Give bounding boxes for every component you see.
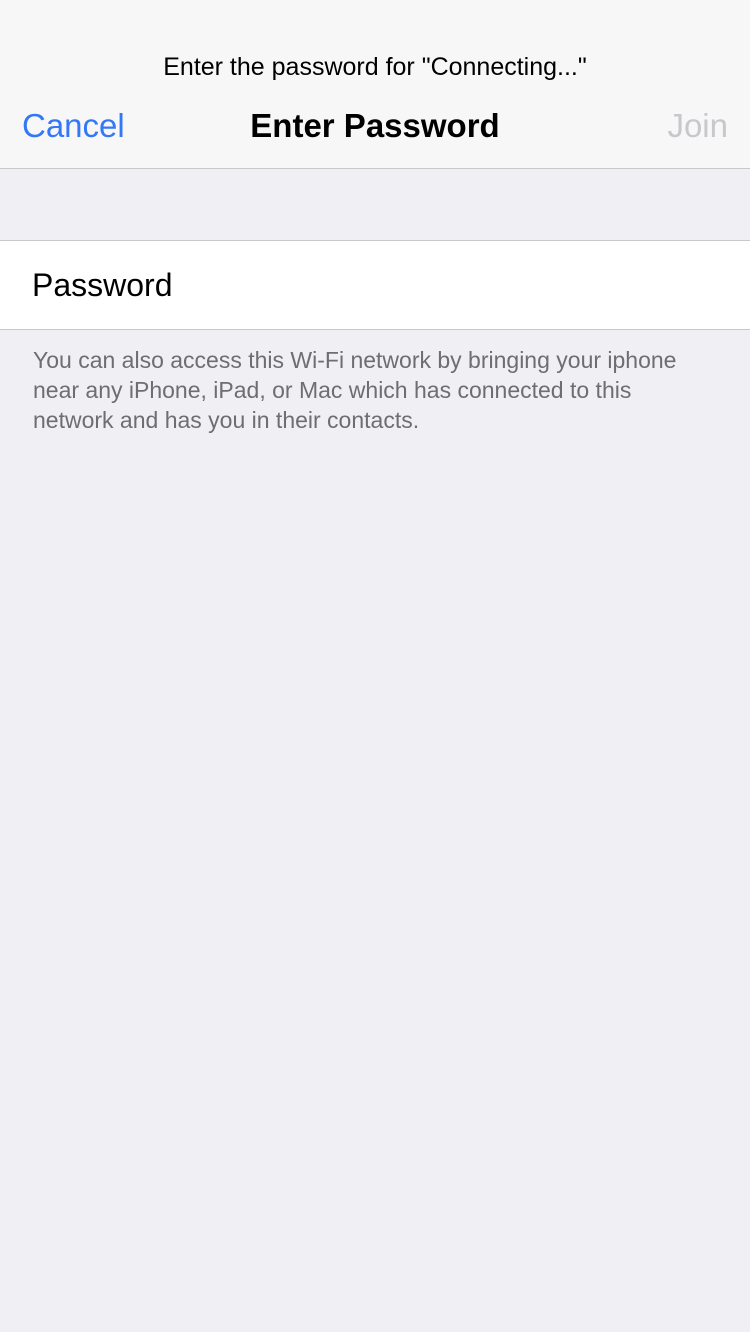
password-cell — [0, 240, 750, 330]
password-field[interactable] — [32, 241, 722, 329]
network-prompt: Enter the password for "Connecting..." — [163, 53, 587, 81]
footer-note: You can also access this Wi-Fi network b… — [33, 347, 677, 433]
join-button[interactable]: Join — [667, 106, 728, 146]
navigation-bar: Cancel Enter Password Join — [0, 100, 750, 152]
wifi-password-screen: Enter the password for "Connecting..." C… — [0, 0, 750, 1332]
navigation-header: Enter the password for "Connecting..." C… — [0, 0, 750, 169]
cancel-button[interactable]: Cancel — [22, 106, 125, 146]
